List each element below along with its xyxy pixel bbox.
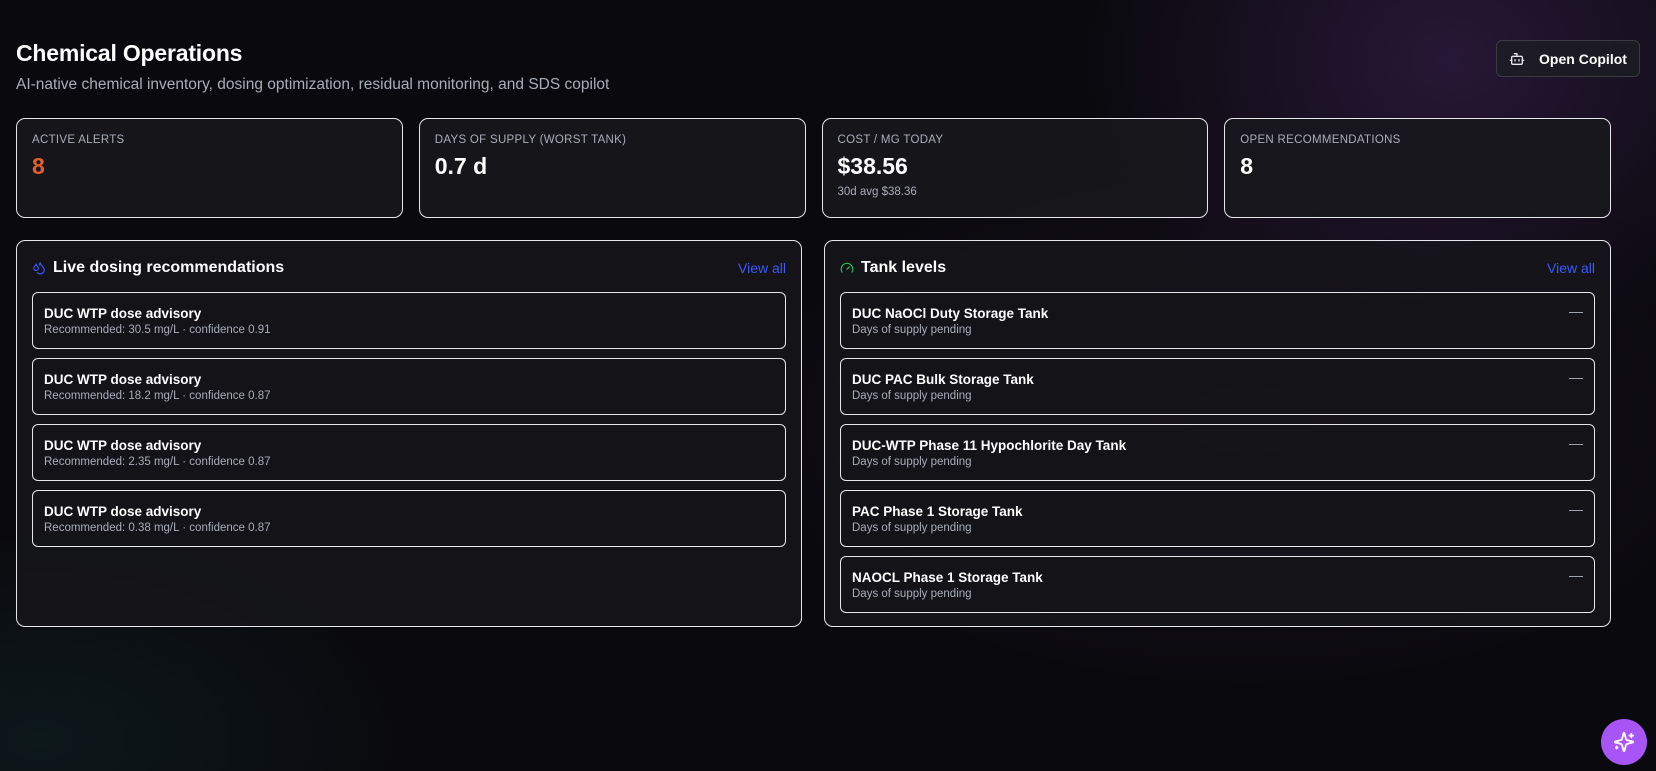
stat-label: ACTIVE ALERTS [32,134,125,146]
sparkles-icon [1613,731,1635,753]
dosing-advisory-item[interactable]: DUC WTP dose advisory Recommended: 0.38 … [32,490,786,547]
dosing-recommendations-panel: Live dosing recommendations View all DUC… [16,240,802,627]
tank-supply-status: Days of supply pending [852,390,972,402]
dosing-list: DUC WTP dose advisory Recommended: 30.5 … [32,292,786,547]
advisory-title: DUC WTP dose advisory [44,438,202,453]
tank-name: PAC Phase 1 Storage Tank [852,504,1023,519]
stat-card-days-of-supply: DAYS OF SUPPLY (WORST TANK) 0.7 d [418,118,806,218]
tank-item[interactable]: PAC Phase 1 Storage Tank Days of supply … [840,490,1595,547]
tank-level-value: — [1569,501,1583,517]
panel-header: Tank levels View all [840,257,1595,279]
tank-item[interactable]: DUC NaOCl Duty Storage Tank Days of supp… [840,292,1595,349]
panel-title: Tank levels [861,259,947,276]
stat-label: COST / MG TODAY [837,134,944,146]
stat-card-open-recommendations: OPEN RECOMMENDATIONS 8 [1224,118,1611,218]
tank-supply-status: Days of supply pending [852,456,972,468]
tank-item[interactable]: DUC PAC Bulk Storage Tank Days of supply… [840,358,1595,415]
advisory-title: DUC WTP dose advisory [44,504,202,519]
stat-value: $38.56 [837,153,908,179]
advisory-title: DUC WTP dose advisory [44,306,202,321]
page-title: Chemical Operations [16,40,243,66]
tank-level-value: — [1569,303,1583,319]
stat-label: OPEN RECOMMENDATIONS [1240,134,1401,146]
copilot-fab-button[interactable] [1601,719,1647,765]
dosing-advisory-item[interactable]: DUC WTP dose advisory Recommended: 18.2 … [32,358,786,415]
advisory-title: DUC WTP dose advisory [44,372,202,387]
tank-list: DUC NaOCl Duty Storage Tank Days of supp… [840,292,1595,613]
stats-row: ACTIVE ALERTS 8 DAYS OF SUPPLY (WORST TA… [16,118,1611,218]
tanks-view-all-link[interactable]: View all [1547,260,1595,276]
panel-header: Live dosing recommendations View all [32,257,786,279]
tank-level-value: — [1569,435,1583,451]
tank-supply-status: Days of supply pending [852,324,972,336]
tank-name: NAOCL Phase 1 Storage Tank [852,570,1043,585]
stat-value: 8 [32,153,45,179]
stat-card-active-alerts: ACTIVE ALERTS 8 [16,118,403,218]
bot-icon [1509,52,1525,65]
page-header: Chemical Operations AI-native chemical i… [16,40,1640,100]
tank-item[interactable]: NAOCL Phase 1 Storage Tank Days of suppl… [840,556,1595,613]
droplets-icon [33,262,45,275]
panel-title: Live dosing recommendations [53,259,285,276]
tank-supply-status: Days of supply pending [852,588,972,600]
dosing-advisory-item[interactable]: DUC WTP dose advisory Recommended: 30.5 … [32,292,786,349]
advisory-detail: Recommended: 0.38 mg/L · confidence 0.87 [44,522,271,534]
tank-item[interactable]: DUC-WTP Phase 11 Hypochlorite Day Tank D… [840,424,1595,481]
stat-value: 0.7 d [434,153,488,179]
stat-value: 8 [1240,153,1254,179]
dosing-view-all-link[interactable]: View all [738,260,786,276]
tank-supply-status: Days of supply pending [852,522,972,534]
open-copilot-button[interactable]: Open Copilot [1496,40,1640,77]
advisory-detail: Recommended: 30.5 mg/L · confidence 0.91 [44,324,271,336]
tank-name: DUC-WTP Phase 11 Hypochlorite Day Tank [852,438,1127,453]
open-copilot-label: Open Copilot [1539,50,1627,67]
stat-subtext: 30d avg $38.36 [837,186,917,198]
dosing-advisory-item[interactable]: DUC WTP dose advisory Recommended: 2.35 … [32,424,786,481]
tank-name: DUC NaOCl Duty Storage Tank [852,306,1049,321]
stat-card-cost-per-mg: COST / MG TODAY $38.56 30d avg $38.36 [821,118,1209,218]
advisory-detail: Recommended: 18.2 mg/L · confidence 0.87 [44,390,271,402]
tank-level-value: — [1569,567,1583,583]
stat-label: DAYS OF SUPPLY (WORST TANK) [434,134,627,146]
gauge-icon [840,262,854,273]
tank-level-value: — [1569,369,1583,385]
advisory-detail: Recommended: 2.35 mg/L · confidence 0.87 [44,456,271,468]
tank-name: DUC PAC Bulk Storage Tank [852,372,1034,387]
page-subtitle: AI-native chemical inventory, dosing opt… [16,76,610,93]
tank-levels-panel: Tank levels View all DUC NaOCl Duty Stor… [824,240,1611,627]
